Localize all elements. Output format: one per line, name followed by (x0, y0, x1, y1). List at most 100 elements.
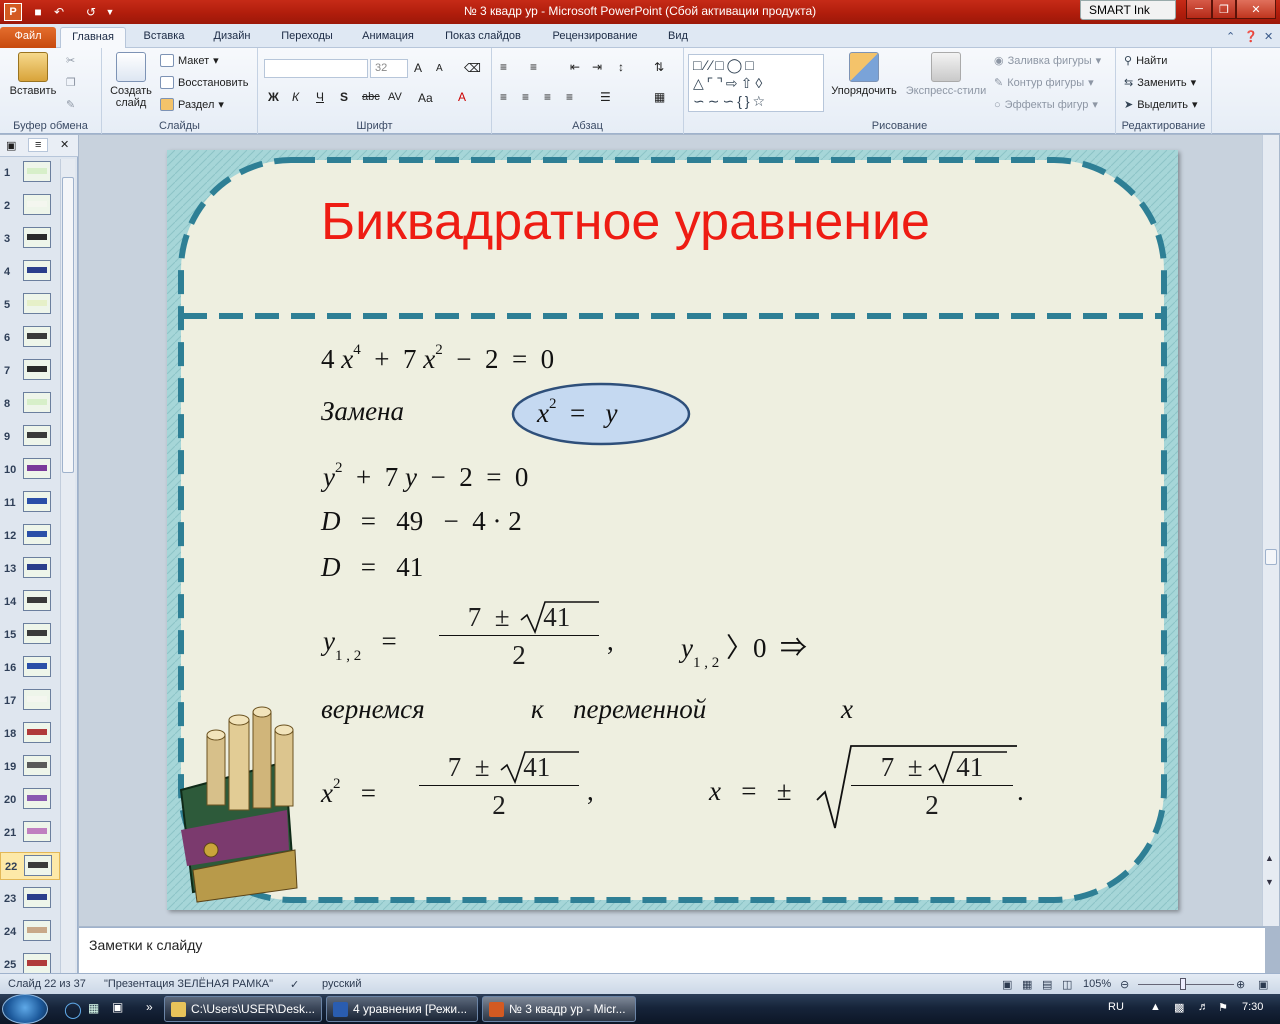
substitution-label[interactable]: Замена (321, 396, 404, 427)
spellcheck-icon[interactable]: ✓ (290, 978, 299, 991)
slide-thumbnail[interactable]: 22 (0, 852, 60, 880)
slide-thumbnail[interactable]: 23 (0, 885, 60, 913)
minimize-ribbon-icon[interactable]: ⌃ (1226, 30, 1235, 43)
equation-substituted[interactable]: y2 + 7 y − 2 = 0 (323, 460, 528, 493)
slide-thumbnail[interactable]: 19 (0, 753, 60, 781)
char-spacing-button[interactable]: AV (388, 91, 402, 103)
slides-pane-scroll-thumb[interactable] (62, 177, 74, 473)
increase-indent-icon[interactable]: ⇥ (592, 60, 602, 74)
notes-pane[interactable]: Заметки к слайду (79, 927, 1265, 973)
zoom-slider-track[interactable] (1138, 984, 1234, 985)
replace-button[interactable]: ⇆ Заменить ▾ (1124, 76, 1196, 90)
substitution-formula[interactable]: x2 = y (537, 396, 617, 429)
format-painter-icon[interactable]: ✎ (66, 98, 75, 111)
smartart-icon[interactable]: ▦ (654, 90, 665, 104)
quick-styles-button[interactable]: Экспресс-стили (904, 52, 988, 97)
italic-button[interactable]: К (292, 90, 299, 104)
slide-sorter-icon[interactable]: ▦ (1022, 978, 1032, 991)
shrink-font-button[interactable]: A (436, 63, 443, 74)
slide-thumbnail[interactable]: 13 (0, 555, 60, 583)
tab-view[interactable]: Вид (658, 27, 698, 48)
new-slide-button[interactable]: Создать слайд (106, 52, 156, 109)
layout-button[interactable]: Макет ▾ (160, 54, 219, 67)
smart-ink-button[interactable]: SMART Ink (1080, 0, 1176, 20)
pane-close-icon[interactable]: ✕ (60, 138, 69, 151)
font-name-field[interactable] (264, 59, 368, 78)
next-slide-icon[interactable]: ▼ (1265, 877, 1274, 887)
slide-thumbnail[interactable]: 17 (0, 687, 60, 715)
minimize-button[interactable]: ─ (1186, 0, 1212, 19)
slide-thumbnail[interactable]: 2 (0, 192, 60, 220)
shapes-gallery[interactable]: □∕∕□◯□ △⌜⌝⇨⇧◊ ∽∼∽{}☆ (688, 54, 824, 112)
tab-file[interactable]: Файл (0, 27, 56, 48)
slide-thumbnail[interactable]: 6 (0, 324, 60, 352)
discriminant-formula[interactable]: D = 49 − 4 · 2 (321, 506, 522, 537)
align-left-icon[interactable]: ≡ (500, 90, 507, 104)
reset-button[interactable]: Восстановить (160, 76, 248, 89)
shape-effects-button[interactable]: ○ Эффекты фигур ▾ (994, 98, 1098, 112)
roots-x2-fraction[interactable]: 7 ± 41 2 (419, 752, 579, 821)
tab-insert[interactable]: Вставка (134, 27, 194, 48)
roots-y-fraction[interactable]: 7 ± 41 2 (439, 602, 599, 671)
font-color-button[interactable]: A (458, 90, 466, 104)
roots-x-left[interactable]: x = ± (709, 776, 792, 807)
justify-icon[interactable]: ≡ (566, 90, 573, 104)
align-right-icon[interactable]: ≡ (544, 90, 551, 104)
input-language[interactable]: RU (1108, 1001, 1124, 1013)
decrease-indent-icon[interactable]: ⇤ (570, 60, 580, 74)
slide-thumbnail[interactable]: 14 (0, 588, 60, 616)
tab-home[interactable]: Главная (60, 27, 126, 48)
slide-thumbnail[interactable]: 3 (0, 225, 60, 253)
shape-outline-button[interactable]: ✎ Контур фигуры ▾ (994, 76, 1094, 90)
find-button[interactable]: ⚲ Найти (1124, 54, 1167, 68)
tray-arrow-icon[interactable]: ▲ (1150, 1001, 1161, 1013)
tab-slideshow[interactable]: Показ слайдов (434, 27, 532, 48)
taskbar-item-powerpoint[interactable]: № 3 квадр ур - Micr... (482, 996, 636, 1022)
roots-x-fraction[interactable]: 7 ± 41 2 (851, 752, 1013, 821)
slide-thumbnail[interactable]: 10 (0, 456, 60, 484)
bullets-icon[interactable]: ≡ (500, 60, 507, 74)
line-spacing-icon[interactable]: ↕ (618, 60, 624, 74)
tab-transitions[interactable]: Переходы (272, 27, 342, 48)
roots-x2-left[interactable]: x2 = (321, 776, 376, 809)
show-desktop-icon[interactable]: ▣ (112, 1000, 123, 1014)
underline-button[interactable]: Ч (316, 90, 324, 104)
return-word-1[interactable]: вернемся (321, 694, 425, 725)
slides-view-icon[interactable]: ▣ (6, 139, 16, 152)
align-center-icon[interactable]: ≡ (522, 90, 529, 104)
equation-original[interactable]: 4 x4 + 7 x2 − 2 = 0 (321, 342, 554, 375)
zoom-in-icon[interactable]: ⊕ (1236, 978, 1245, 991)
reading-view-icon[interactable]: ▤ (1042, 978, 1052, 991)
arrange-button[interactable]: Упорядочить (826, 52, 902, 97)
slide-thumbnail[interactable]: 15 (0, 621, 60, 649)
slide-thumbnail[interactable]: 1 (0, 159, 60, 187)
bold-button[interactable]: Ж (268, 90, 279, 104)
network-icon[interactable]: ▩ (1174, 1001, 1184, 1014)
outline-view-icon[interactable]: ≡ (28, 138, 49, 152)
return-word-2[interactable]: к (531, 694, 544, 725)
slides-pane-scrollbar[interactable] (60, 159, 75, 973)
clock[interactable]: 7:30 (1242, 1001, 1263, 1013)
taskbar-more-icon[interactable]: » (146, 1000, 153, 1014)
zoom-out-icon[interactable]: ⊖ (1120, 978, 1129, 991)
slide-thumbnail[interactable]: 11 (0, 489, 60, 517)
return-word-3[interactable]: переменной (573, 694, 706, 725)
start-button[interactable] (2, 994, 48, 1024)
tab-review[interactable]: Рецензирование (542, 27, 648, 48)
strikethrough-button[interactable]: abc (362, 91, 380, 103)
flag-icon[interactable]: ⚑ (1218, 1001, 1228, 1014)
grow-font-button[interactable]: A (414, 61, 422, 75)
tab-animation[interactable]: Анимация (352, 27, 424, 48)
text-direction-icon[interactable]: ⇅ (654, 60, 664, 74)
zoom-slider-thumb[interactable] (1180, 978, 1186, 990)
clear-format-icon[interactable]: ⌫ (464, 61, 481, 75)
cut-icon[interactable]: ✂ (66, 54, 75, 67)
internet-explorer-icon[interactable]: ◯ (64, 1000, 82, 1020)
roots-y-left[interactable]: y1 , 2 = (323, 626, 397, 665)
slide-thumbnail[interactable]: 24 (0, 918, 60, 946)
theme-name[interactable]: "Презентация ЗЕЛЁНАЯ РАМКА" (104, 978, 273, 990)
slide-thumbnail[interactable]: 12 (0, 522, 60, 550)
font-size-field[interactable]: 32 (370, 59, 408, 78)
taskbar-item-word[interactable]: 4 уравнения [Режи... (326, 996, 478, 1022)
slide-canvas[interactable]: Биквадратное уравнение 4 x4 + 7 x2 − 2 =… (167, 150, 1178, 910)
